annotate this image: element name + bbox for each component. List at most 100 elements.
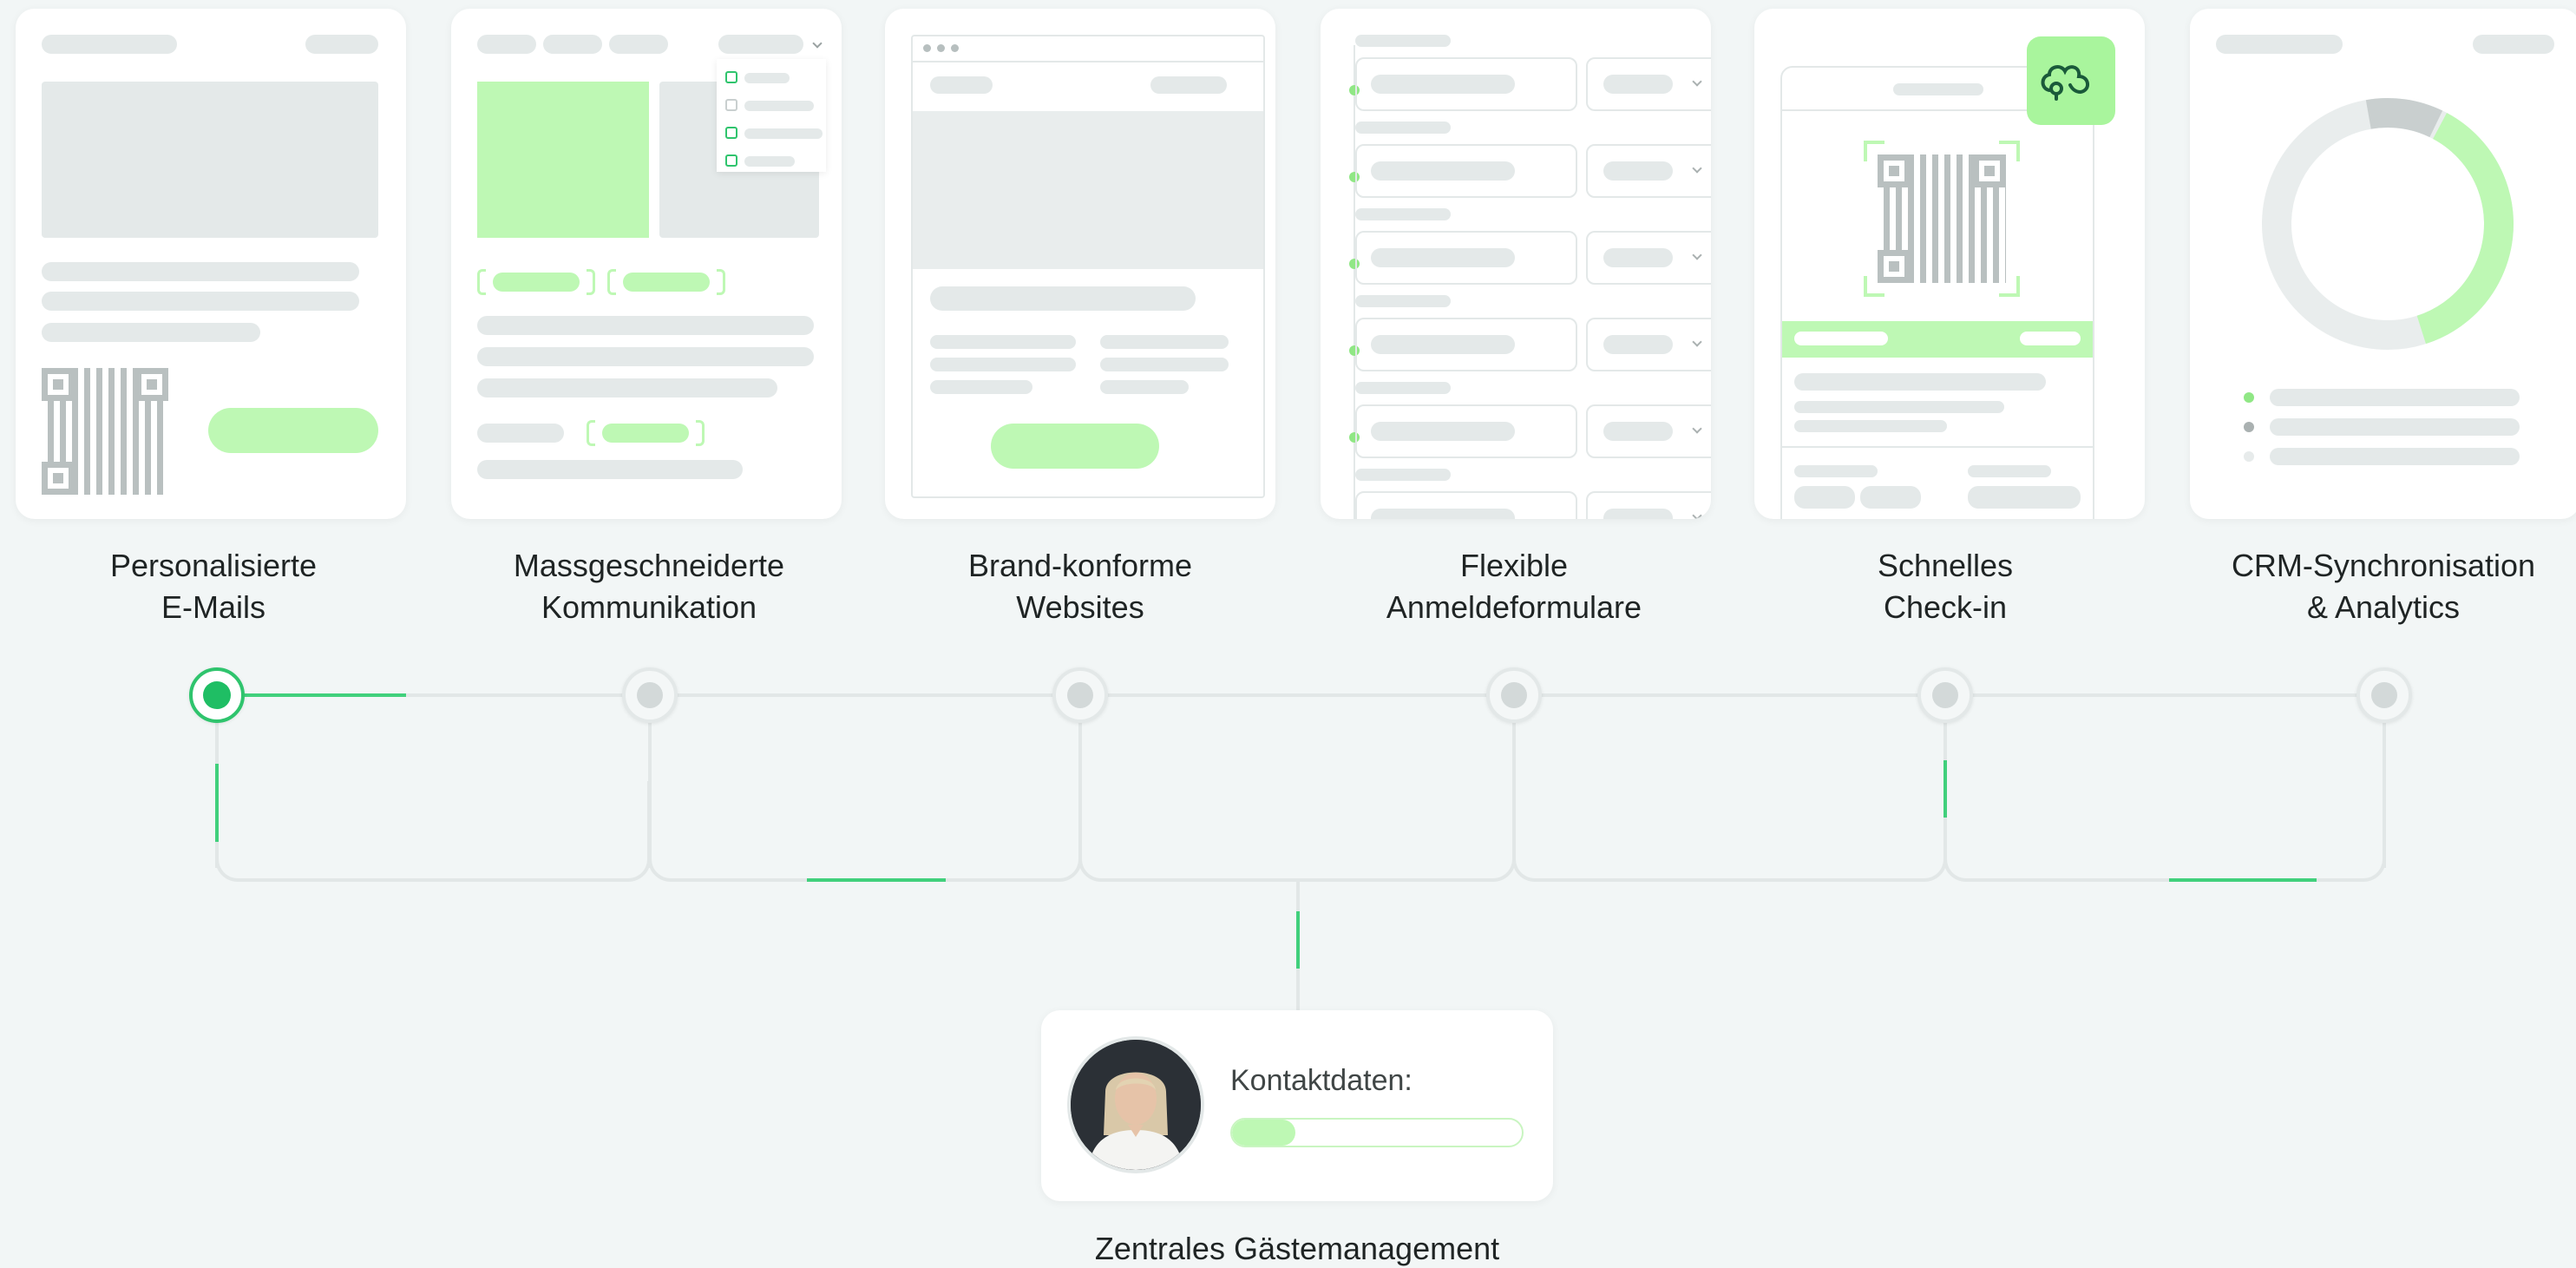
cloud-pin-logo-icon (2027, 36, 2115, 125)
text-line (1794, 465, 1878, 477)
legend-dot-icon (2244, 422, 2254, 432)
text-line (42, 262, 359, 281)
feature-diagram: Personalisierte E-Mails Massgeschneidert… (0, 0, 2576, 1268)
placeholder-bar (2216, 35, 2343, 54)
text-line (1100, 335, 1229, 349)
card-label-analytics: CRM-Synchronisation & Analytics (2231, 548, 2536, 625)
highlight-bar (1794, 332, 1888, 345)
hero-image-placeholder (913, 111, 1263, 269)
text-line (477, 378, 777, 397)
text-line (42, 323, 260, 342)
rail-segment (1512, 781, 1947, 882)
text-line (1794, 420, 1947, 432)
merge-tag (602, 424, 689, 443)
cta-button (208, 408, 378, 453)
timeline-track (217, 693, 2386, 697)
card-email-preview (16, 9, 406, 519)
placeholder-bar (477, 35, 536, 54)
placeholder-bar (305, 35, 378, 54)
text-line (477, 424, 564, 443)
input-value-bar (1371, 509, 1515, 519)
rail-segment (1078, 781, 1516, 882)
placeholder-bar (543, 35, 602, 54)
timeline-node-6 (2356, 667, 2412, 723)
text-line (477, 347, 814, 366)
card-label-checkin: Schnelles Check-in (1877, 548, 2014, 625)
select-value-bar (1603, 509, 1673, 519)
checkbox-checked-icon (725, 154, 737, 167)
legend-bar (2270, 418, 2520, 436)
donut-chart (2262, 97, 2514, 350)
contact-progress-bar (1230, 1118, 1524, 1147)
pill-placeholder (1860, 486, 1921, 509)
qr-code-icon (1878, 154, 2006, 283)
divider (1780, 446, 2094, 448)
option-bar (744, 156, 795, 167)
text-line (1794, 401, 2004, 413)
timeline-node-2 (622, 667, 678, 723)
pulse-horizontal (2169, 878, 2317, 882)
text-line (930, 335, 1076, 349)
card-analytics-preview (2190, 9, 2576, 519)
checkbox-icon (725, 99, 737, 111)
window-dot-icon (951, 44, 959, 52)
timeline-progress (217, 693, 406, 697)
image-placeholder (42, 82, 378, 238)
option-bar (744, 73, 790, 83)
qr-code-icon (42, 368, 168, 495)
nav-placeholder (930, 76, 993, 94)
text-line (930, 380, 1032, 394)
pulse-vertical (1296, 911, 1300, 969)
input-value-bar (1371, 75, 1515, 94)
field-label-placeholder (1355, 295, 1451, 307)
legend-dot-icon (2244, 392, 2254, 403)
rail-segment (648, 781, 1082, 882)
dropdown-menu (717, 59, 826, 172)
field-label-placeholder (1355, 382, 1451, 394)
text-line (1100, 358, 1229, 371)
timeline-node-3 (1052, 667, 1108, 723)
card-label-forms: Flexible Anmeldeformulare (1386, 548, 1642, 625)
contact-label: Kontaktdaten: (1230, 1064, 1413, 1097)
timeline-node-5 (1917, 667, 1973, 723)
cta-button (991, 424, 1159, 469)
headline-placeholder (930, 286, 1196, 311)
input-value-bar (1371, 422, 1515, 441)
avatar (1067, 1036, 1204, 1173)
placeholder-bar (609, 35, 668, 54)
field-label-placeholder (1355, 208, 1451, 220)
image-highlight (477, 82, 649, 238)
nav-placeholder (1150, 76, 1227, 94)
rail-segment (215, 781, 651, 882)
brace-icon (587, 420, 595, 446)
browser-bar (911, 35, 1265, 62)
bottom-title: Zentrales Gästemanagement (1094, 1231, 1500, 1266)
text-line (477, 460, 743, 479)
phone-notch-bar (1893, 83, 1983, 95)
window-dot-icon (937, 44, 945, 52)
contact-card: Kontaktdaten: (1041, 1010, 1553, 1201)
brace-icon (477, 269, 486, 295)
text-line (42, 292, 359, 311)
card-communication-preview (451, 9, 842, 519)
option-bar (744, 101, 814, 111)
option-bar (744, 128, 823, 139)
brace-icon (607, 269, 616, 295)
select-value-bar (1603, 335, 1673, 354)
text-line (1968, 465, 2051, 477)
timeline-node-4 (1486, 667, 1542, 723)
text-line (1794, 373, 2046, 391)
placeholder-bar (2473, 35, 2554, 54)
card-label-email: Personalisierte E-Mails (109, 548, 318, 625)
text-line (477, 316, 814, 335)
select-value-bar (1603, 161, 1673, 181)
card-label-websites: Brand-konforme Websites (967, 548, 1193, 625)
card-website-preview (885, 9, 1275, 519)
select-value-bar (1603, 248, 1673, 267)
legend-bar (2270, 389, 2520, 406)
card-label-communication: Massgeschneiderte Kommunikation (513, 548, 785, 625)
field-label-placeholder (1355, 122, 1451, 134)
select-value-bar (1603, 75, 1673, 94)
contact-progress-fill (1232, 1120, 1296, 1146)
field-label-placeholder (1355, 35, 1451, 47)
